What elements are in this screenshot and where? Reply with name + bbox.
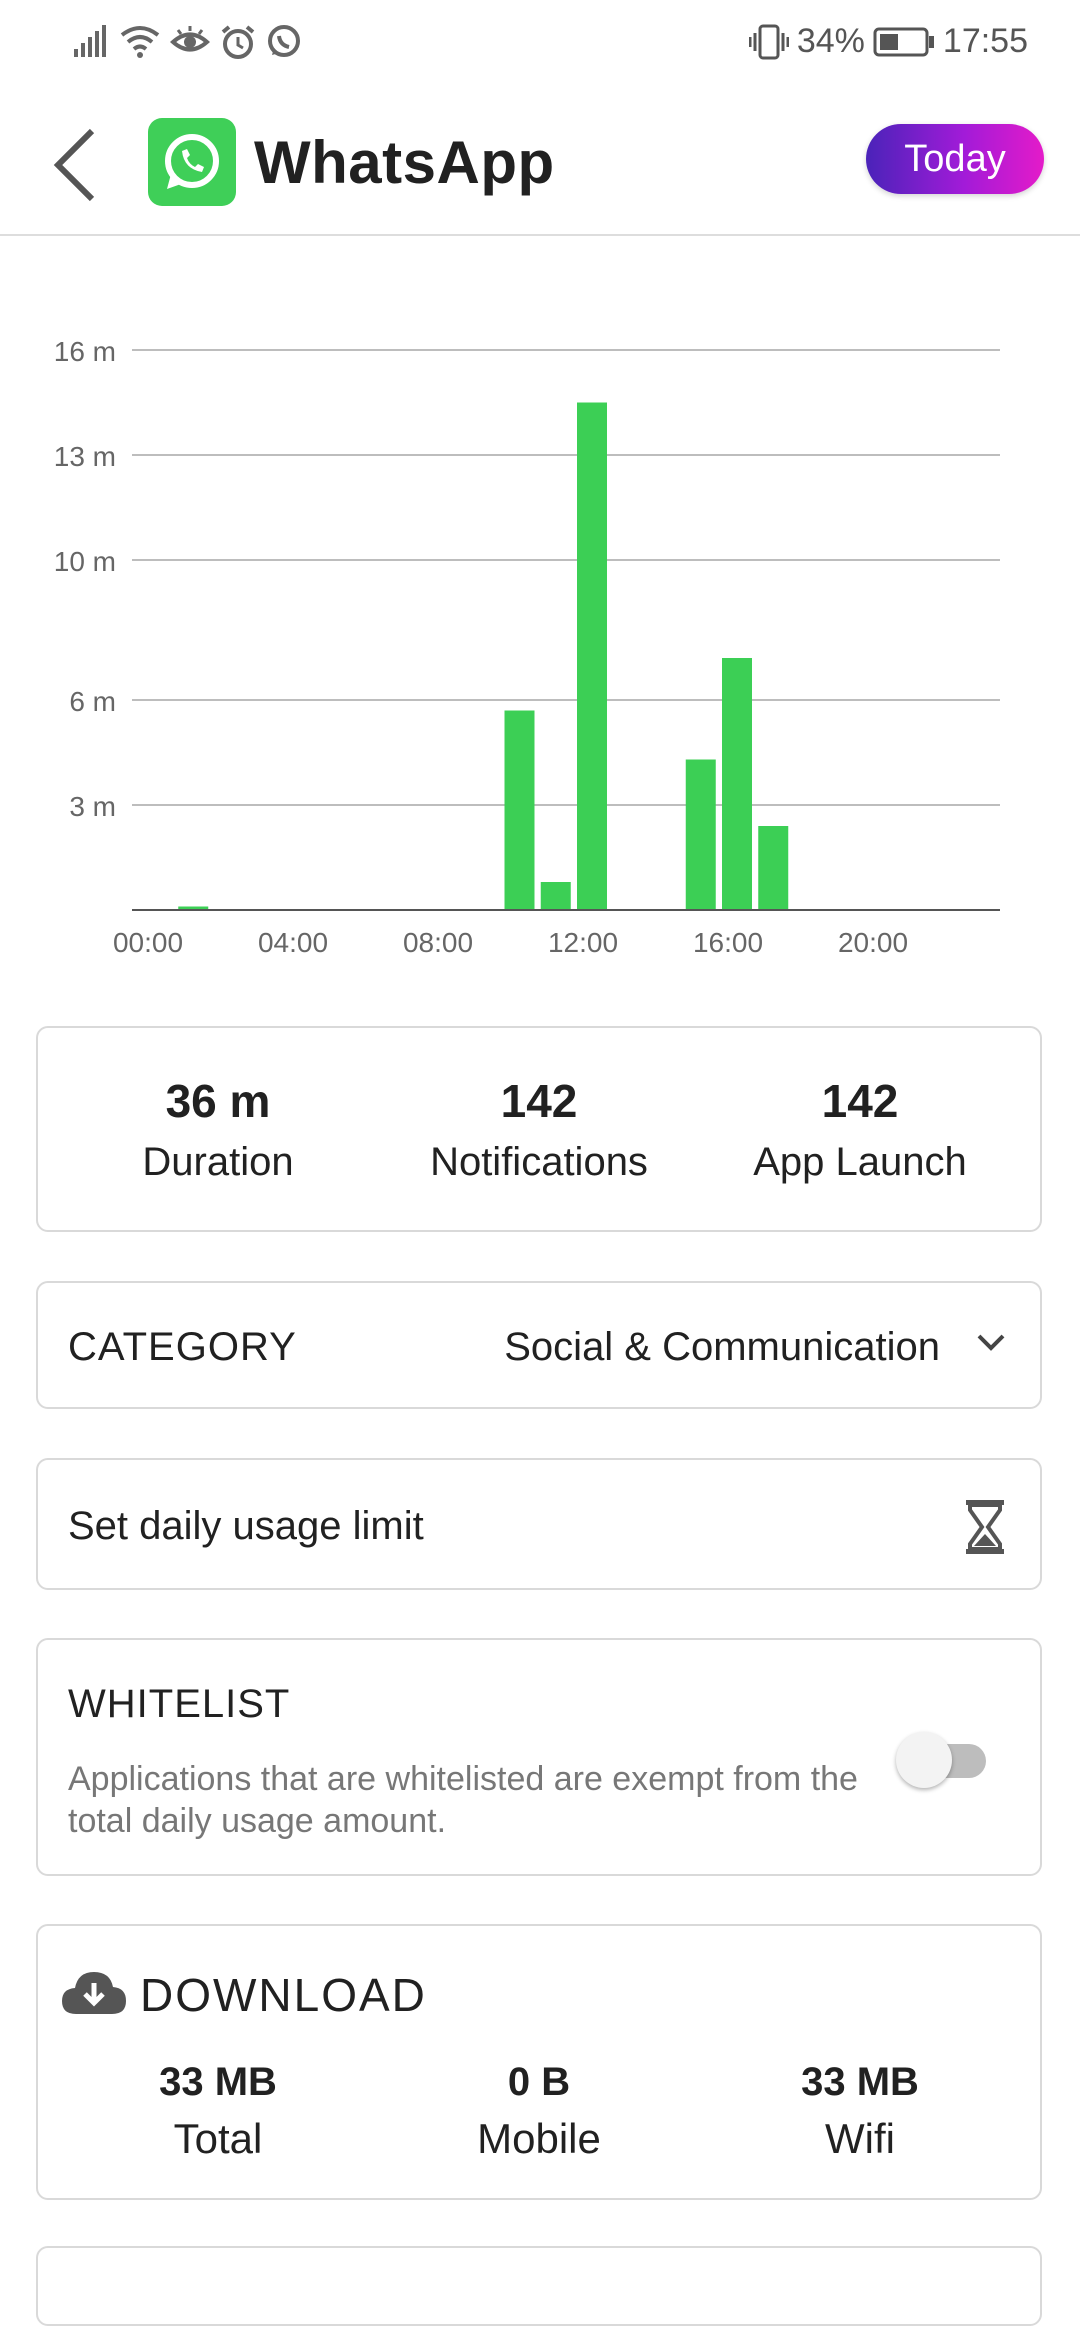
status-bar: 34% 17:55 [0,0,1080,92]
status-time: 17:55 [942,22,1028,60]
x-tick-label: 16:00 [693,927,763,958]
download-mobile-value: 0 B [507,2060,571,2104]
whatsapp-notification-icon [268,25,300,57]
usage-bar [540,882,571,910]
x-tick-label: 00:00 [113,927,183,958]
download-title: DOWNLOAD [140,1969,427,2021]
whatsapp-app-icon [148,118,236,206]
usage-stats-card: 36 m Duration 142 Notifications 142 App … [36,1026,1042,1232]
whitelist-description: Applications that are whitelisted are ex… [68,1760,858,1840]
y-tick-label: 6 m [69,686,116,717]
category-selector[interactable]: CATEGORY Social & Communication [36,1281,1042,1409]
chevron-down-icon [977,1334,1005,1351]
toggle-knob [896,1732,952,1788]
back-button[interactable] [44,120,104,210]
cloud-download-icon [62,1972,126,2014]
whatsapp-logo-icon [165,134,219,189]
category-value: Social & Communication [504,1325,940,1369]
y-tick-label: 13 m [54,441,116,472]
wifi-icon [120,26,160,58]
download-wifi-label: Wifi [825,2115,895,2162]
daily-limit-row[interactable]: Set daily usage limit [36,1458,1042,1590]
usage-bar [722,658,752,910]
whitelist-title: WHITELIST [68,1682,291,1726]
x-tick-label: 20:00 [838,927,908,958]
next-card [36,2246,1042,2326]
category-label: CATEGORY [68,1325,297,1369]
app-title: WhatsApp [254,129,555,196]
x-tick-label: 08:00 [403,927,473,958]
x-tick-label: 04:00 [258,927,328,958]
app-launch-label: App Launch [753,1140,967,1184]
status-icons-left [74,24,302,60]
duration-stat: 36 m Duration [58,1074,378,1185]
download-mobile-stat: 0 B Mobile [379,2060,699,2163]
download-card: DOWNLOAD 33 MB Total 0 B Mobile 33 MB Wi… [36,1924,1042,2200]
notifications-value: 142 [500,1075,578,1127]
y-tick-label: 16 m [54,336,116,367]
battery-percent: 34% [796,22,865,60]
y-tick-label: 3 m [69,791,116,822]
duration-label: Duration [142,1140,294,1184]
daily-limit-label: Set daily usage limit [68,1504,424,1548]
x-tick-label: 12:00 [548,927,618,958]
today-button[interactable]: Today [866,124,1044,194]
download-wifi-value: 33 MB [801,2060,919,2104]
back-arrow-icon [53,128,95,202]
download-total-label: Total [173,2115,263,2162]
usage-chart: 3 m 6 m 10 m 13 m 16 m 00:00 04:00 08:00 12:00 16… [0,300,1080,980]
eye-icon [170,26,210,52]
download-total-stat: 33 MB Total [58,2060,378,2163]
usage-bar [685,759,716,910]
notifications-label: Notifications [430,1140,648,1184]
hourglass-icon [966,1500,1004,1554]
app-header: WhatsApp Today [0,92,1080,236]
app-launch-value: 142 [821,1075,899,1127]
vibrate-icon [748,24,789,59]
duration-value: 36 m [165,1075,271,1127]
usage-bar [577,402,607,910]
download-wifi-stat: 33 MB Wifi [700,2060,1020,2163]
alarm-icon [221,25,255,59]
y-tick-label: 10 m [54,546,116,577]
whitelist-card: WHITELIST Applications that are whitelis… [36,1638,1042,1876]
download-mobile-label: Mobile [477,2115,601,2162]
status-icons-right: 34% 17:55 [748,22,1028,61]
signal-icon [74,25,106,57]
whitelist-toggle[interactable] [896,1732,992,1788]
notifications-stat: 142 Notifications [379,1074,699,1185]
usage-chart-svg: 3 m 6 m 10 m 13 m 16 m 00:00 04:00 08:00 12:00 16… [54,336,1000,958]
download-total-value: 33 MB [159,2060,277,2104]
usage-bar [504,710,535,910]
app-launch-stat: 142 App Launch [700,1074,1020,1185]
battery-icon [873,27,934,56]
usage-bar [758,826,789,910]
